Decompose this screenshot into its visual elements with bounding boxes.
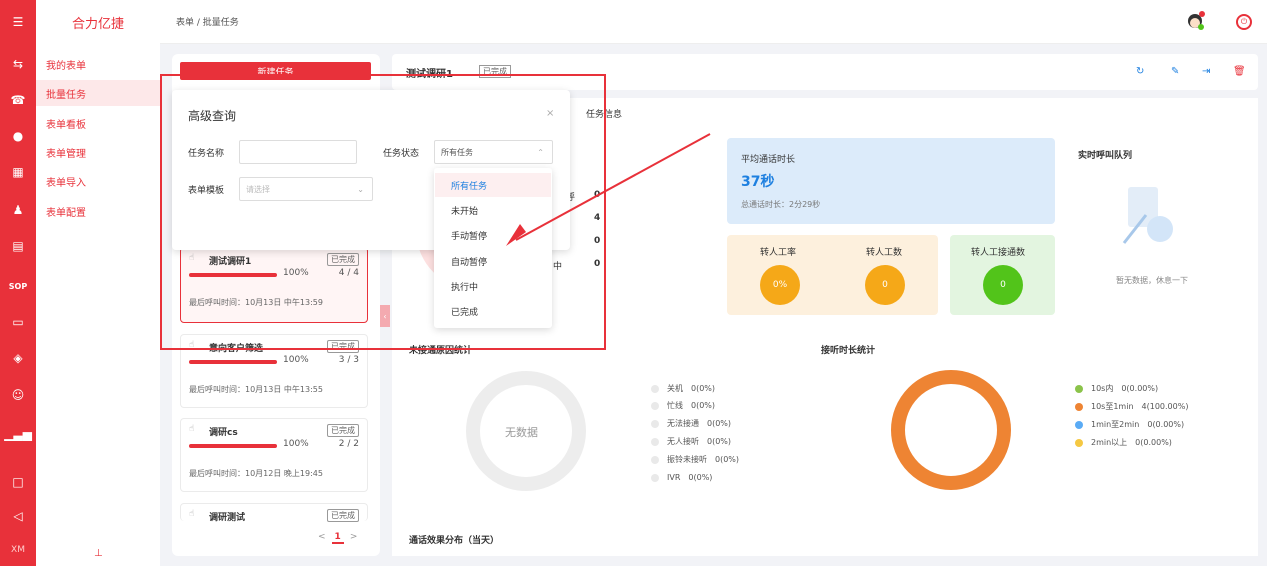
hand-icon: ☝ [189,509,195,519]
export-icon[interactable]: ⇥ [1202,66,1210,77]
transfer-metrics-card [727,235,938,315]
sidebar-item-form-board[interactable]: 表单看板 [36,110,160,136]
prev-page-button[interactable]: < [318,532,326,542]
legend-item: 忙线 0(0%) [651,400,715,411]
user-initials: XM [11,545,25,555]
avatar[interactable] [1184,10,1206,32]
power-icon[interactable]: ⏻ [1236,14,1252,30]
chat-icon[interactable]: ● [0,126,36,146]
task-card[interactable]: ☝ 调研测试 已完成 [180,503,368,523]
hand-icon: ☝ [189,424,195,434]
sidebar-item-batch-tasks[interactable]: 批量任务 [36,80,160,106]
top-bar [160,0,1267,44]
call-effect-title: 通话效果分布（当天） [409,536,500,546]
bar-chart-icon[interactable]: ▁▃▅ [0,424,36,444]
phone-icon[interactable]: ☎ [0,90,36,110]
monitor-icon[interactable]: ▭ [0,312,36,332]
page-number[interactable]: 1 [331,532,344,544]
brand-name: 合力亿捷 [36,0,160,44]
breadcrumb: 表单 / 批量任务 [176,18,239,28]
sidebar-item-form-manage[interactable]: 表单管理 [36,139,160,165]
sidebar-item-form-config[interactable]: 表单配置 [36,198,160,224]
progress-count: 3 / 3 [338,355,359,365]
legend-item: 振铃未接听 0(0%) [651,454,739,465]
legend-item: IVR 0(0%) [651,472,712,483]
clipboard-icon[interactable]: ▤ [0,236,36,256]
progress-count: 2 / 2 [338,439,359,449]
total-duration: 总通话时长：2分29秒 [741,200,821,209]
robot-icon[interactable]: ☺ [0,385,36,405]
metric-label: 转人工率 [760,248,797,258]
avg-duration-label: 平均通话时长 [741,155,796,165]
sidebar-item-form-import[interactable]: 表单导入 [36,168,160,194]
user-icon[interactable]: ♟ [0,200,36,220]
duration-donut [891,370,1011,490]
empty-queue-illustration [1122,185,1174,245]
grid-icon[interactable]: ▦ [0,162,36,182]
no-data-text: 无数据 [505,426,538,439]
edit-icon[interactable]: ✎ [1171,66,1179,77]
metric-value: 0 [865,265,905,305]
next-page-button[interactable]: > [350,532,358,542]
last-call-time: 最后呼叫时间：10月12日 晚上19:45 [189,469,323,478]
avg-duration-card [727,138,1055,224]
legend-item: 无人接听 0(0%) [651,436,731,447]
status-badge: 已完成 [327,509,359,522]
legend-item: 2min以上 0(0.00%) [1075,437,1172,448]
empty-queue-text: 暂无数据，休息一下 [1116,276,1188,285]
metric-label: 转人工数 [866,248,903,258]
progress-percent: 100% [283,355,309,365]
shield-icon[interactable]: ◈ [0,348,36,368]
avg-duration-value: 37秒 [741,174,775,190]
send-icon[interactable]: ◁ [0,506,36,526]
task-name: 调研cs [209,428,238,438]
menu-icon[interactable]: ☰ [0,12,36,32]
queue-title: 实时呼叫队列 [1078,151,1133,161]
task-name: 调研测试 [209,513,246,523]
status-badge: 已完成 [327,424,359,437]
book-icon[interactable]: □ [0,472,36,492]
legend-item: 无法接通 0(0%) [651,418,731,429]
metric-value: 0 [983,265,1023,305]
duration-title: 接听时长统计 [821,346,876,356]
metric-value: 0% [760,265,800,305]
task-card[interactable]: ☝ 调研cs 已完成 100% 2 / 2 最后呼叫时间：10月12日 晚上19… [180,418,368,492]
progress-bar [189,360,277,364]
progress-bar [189,444,277,448]
transfer-icon[interactable]: ⇆ [0,54,36,74]
legend-item: 1min至2min 0(0.00%) [1075,419,1184,430]
collapse-sidebar-icon[interactable]: ⊥ [94,548,103,559]
sidebar-item-my-forms[interactable]: 我的表单 [36,51,160,77]
delete-icon[interactable]: 🗑 [1233,66,1246,77]
last-call-time: 最后呼叫时间：10月13日 中午13:55 [189,385,323,394]
annotation-arrow [506,133,711,246]
legend-item: 10s至1min 4(100.00%) [1075,401,1188,412]
progress-percent: 100% [283,439,309,449]
legend-item: 关机 0(0%) [651,383,715,394]
legend-item: 10s内 0(0.00%) [1075,383,1158,394]
refresh-icon[interactable]: ↻ [1136,66,1144,77]
metric-label: 转人工接通数 [971,248,1026,258]
pagination: <1 > [318,532,358,544]
sop-icon[interactable]: SOP [0,276,36,296]
